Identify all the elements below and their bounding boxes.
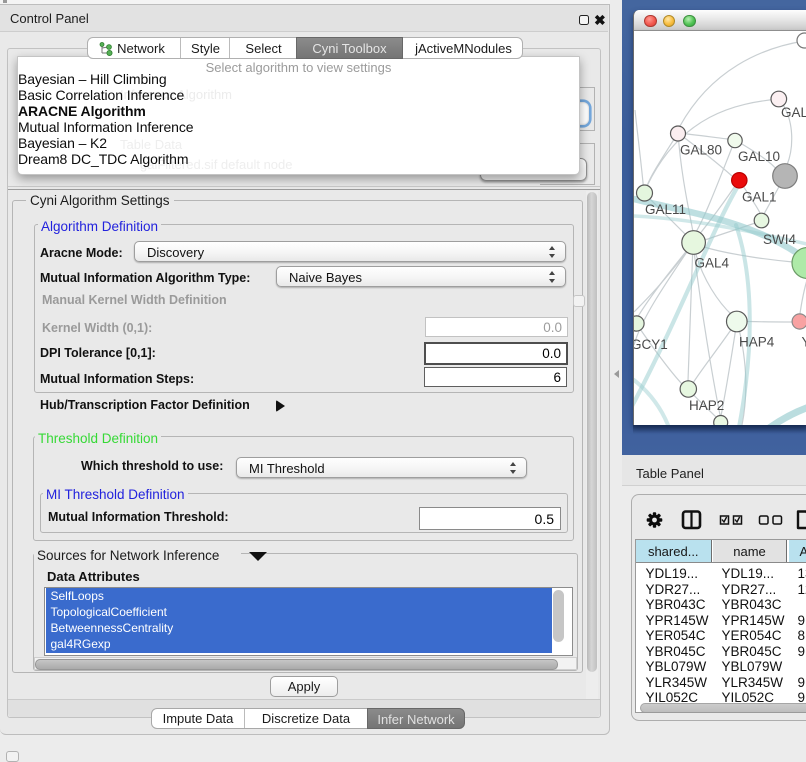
svg-text:HAP2: HAP2	[689, 398, 724, 413]
svg-text:GCY1: GCY1	[634, 337, 668, 352]
svg-text:YE: YE	[802, 335, 806, 350]
svg-text:HAP4: HAP4	[739, 335, 775, 350]
svg-text:GAL1: GAL1	[742, 190, 777, 205]
svg-text:GAL11: GAL11	[645, 202, 686, 217]
svg-text:GAL7: GAL7	[781, 105, 806, 120]
svg-text:GAL4: GAL4	[695, 256, 730, 271]
svg-text:SWI4: SWI4	[763, 232, 796, 247]
svg-text:GAL10: GAL10	[738, 149, 780, 164]
svg-text:GAL80: GAL80	[680, 143, 722, 158]
